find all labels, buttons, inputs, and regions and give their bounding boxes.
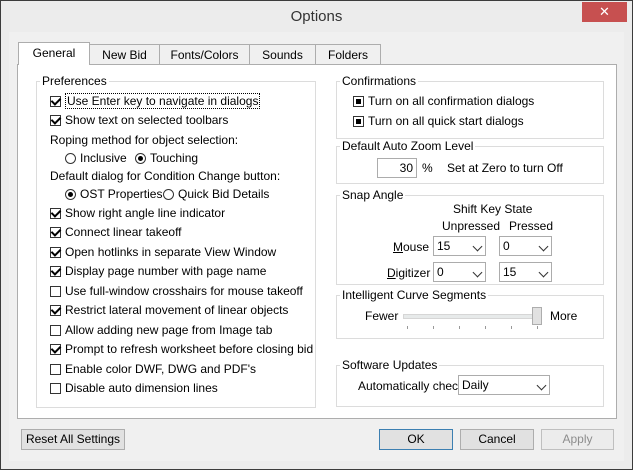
- pressed-header: Pressed: [509, 219, 554, 233]
- zoom-title: Default Auto Zoom Level: [340, 139, 476, 153]
- zoom-level-input[interactable]: 30: [377, 158, 417, 178]
- software-updates-group: Software Updates Automatically check Dai…: [336, 358, 604, 407]
- chevron-down-icon: [538, 241, 549, 252]
- confirm-dialogs[interactable]: Turn on all confirmation dialogs: [353, 93, 534, 109]
- radio-icon: [65, 153, 76, 164]
- pref-restrict-lateral[interactable]: Restrict lateral movement of linear obje…: [50, 302, 288, 318]
- chevron-down-icon: [472, 241, 483, 252]
- snap-angle-group: Snap Angle Shift Key State Unpressed Pre…: [336, 188, 604, 285]
- slider-tick: [485, 326, 486, 329]
- checkbox-icon: [50, 96, 61, 107]
- pref-show-text-toolbars[interactable]: Show text on selected toolbars: [50, 112, 228, 128]
- preferences-group: Preferences Use Enter key to navigate in…: [36, 74, 316, 408]
- close-icon: ✕: [599, 4, 610, 19]
- default-dialog-label: Default dialog for Condition Change butt…: [50, 169, 281, 183]
- checkbox-icon: [50, 208, 61, 219]
- quick-start-dialogs[interactable]: Turn on all quick start dialogs: [353, 113, 524, 129]
- checkbox-icon: [50, 305, 61, 316]
- shift-key-header: Shift Key State: [453, 202, 533, 216]
- mouse-pressed-select[interactable]: 0: [499, 236, 552, 256]
- zoom-unit: %: [422, 161, 433, 175]
- title-bar[interactable]: Options ✕: [1, 1, 632, 32]
- chevron-down-icon: [538, 267, 549, 278]
- checkbox-icon: [50, 364, 61, 375]
- checkbox-icon: [50, 115, 61, 126]
- dialog-client: General New Bid Fonts/Colors Sounds Fold…: [9, 32, 624, 461]
- radio-icon: [135, 153, 146, 164]
- tab-folders[interactable]: Folders: [315, 44, 381, 64]
- checkbox-icon: [353, 116, 364, 127]
- digitizer-label: Digitizer: [387, 266, 431, 280]
- slider-tick: [433, 326, 434, 329]
- slider-tick: [511, 326, 512, 329]
- radio-icon: [65, 189, 76, 200]
- roping-touching[interactable]: Touching: [135, 150, 198, 166]
- tab-new-bid[interactable]: New Bid: [89, 44, 160, 64]
- curve-segments-title: Intelligent Curve Segments: [340, 288, 489, 302]
- pref-full-window-crosshairs[interactable]: Use full-window crosshairs for mouse tak…: [50, 283, 303, 299]
- pref-disable-auto-dimension[interactable]: Disable auto dimension lines: [50, 380, 218, 396]
- pref-enter-key[interactable]: Use Enter key to navigate in dialogs: [50, 93, 261, 109]
- cancel-button[interactable]: Cancel: [460, 429, 534, 450]
- auto-check-select[interactable]: Daily: [458, 375, 550, 395]
- slider-tick: [459, 326, 460, 329]
- dialog-quick-bid-details[interactable]: Quick Bid Details: [163, 186, 269, 202]
- pref-allow-new-page[interactable]: Allow adding new page from Image tab: [50, 322, 272, 338]
- options-dialog: Options ✕ General New Bid Fonts/Colors S…: [0, 0, 633, 470]
- zoom-group: Default Auto Zoom Level 30 % Set at Zero…: [336, 139, 604, 184]
- curve-slider-track[interactable]: [403, 314, 541, 319]
- checkbox-icon: [353, 96, 364, 107]
- ok-button[interactable]: OK: [379, 429, 453, 450]
- pref-open-hotlinks[interactable]: Open hotlinks in separate View Window: [50, 244, 276, 260]
- pref-page-number[interactable]: Display page number with page name: [50, 263, 266, 279]
- curve-more-label: More: [550, 309, 578, 323]
- close-button[interactable]: ✕: [582, 2, 627, 22]
- roping-label: Roping method for object selection:: [50, 133, 239, 147]
- slider-tick: [407, 326, 408, 329]
- checkbox-icon: [50, 227, 61, 238]
- mouse-label: Mouse: [393, 240, 430, 254]
- digitizer-pressed-select[interactable]: 15: [499, 262, 552, 282]
- tab-sounds[interactable]: Sounds: [249, 44, 316, 64]
- window-title: Options: [290, 8, 343, 25]
- checkbox-icon: [50, 344, 61, 355]
- digitizer-unpressed-select[interactable]: 0: [433, 262, 486, 282]
- unpressed-header: Unpressed: [442, 219, 501, 233]
- pref-enable-color[interactable]: Enable color DWF, DWG and PDF's: [50, 361, 256, 377]
- slider-tick: [537, 326, 538, 329]
- checkbox-icon: [50, 383, 61, 394]
- checkbox-icon: [50, 247, 61, 258]
- checkbox-icon: [50, 286, 61, 297]
- curve-slider-thumb[interactable]: [532, 307, 542, 325]
- snap-angle-title: Snap Angle: [340, 188, 406, 202]
- tab-general[interactable]: General: [18, 42, 90, 65]
- dialog-ost-properties[interactable]: OST Properties: [65, 186, 162, 202]
- curve-segments-group: Intelligent Curve Segments Fewer More: [336, 288, 604, 339]
- reset-all-settings-button[interactable]: Reset All Settings: [21, 429, 125, 450]
- pref-prompt-refresh[interactable]: Prompt to refresh worksheet before closi…: [50, 341, 313, 357]
- curve-fewer-label: Fewer: [365, 309, 399, 323]
- auto-check-label: Automatically check: [358, 379, 465, 393]
- chevron-down-icon: [536, 380, 547, 391]
- pref-right-angle[interactable]: Show right angle line indicator: [50, 205, 225, 221]
- chevron-down-icon: [472, 267, 483, 278]
- confirmations-title: Confirmations: [340, 74, 419, 88]
- general-panel: Preferences Use Enter key to navigate in…: [17, 64, 617, 419]
- roping-inclusive[interactable]: Inclusive: [65, 150, 127, 166]
- radio-icon: [163, 189, 174, 200]
- confirmations-group: Confirmations Turn on all confirmation d…: [336, 74, 604, 139]
- zoom-hint: Set at Zero to turn Off: [447, 161, 563, 175]
- mouse-unpressed-select[interactable]: 15: [433, 236, 486, 256]
- software-updates-title: Software Updates: [340, 358, 440, 372]
- tab-fonts-colors[interactable]: Fonts/Colors: [159, 44, 250, 64]
- checkbox-icon: [50, 266, 61, 277]
- apply-button[interactable]: Apply: [541, 429, 614, 450]
- preferences-title: Preferences: [40, 74, 109, 88]
- checkbox-icon: [50, 325, 61, 336]
- pref-connect-linear[interactable]: Connect linear takeoff: [50, 224, 182, 240]
